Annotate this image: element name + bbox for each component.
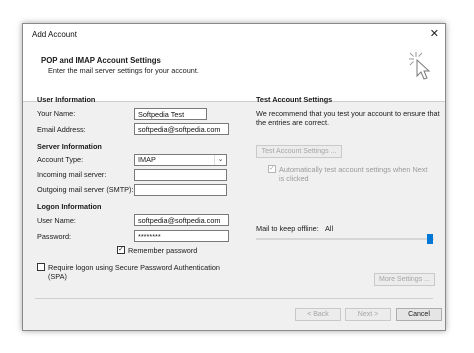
window-title: Add Account (32, 30, 77, 39)
auto-test-label-line1: Automatically test account settings when… (279, 165, 428, 174)
header-subtitle: Enter the mail server settings for your … (48, 66, 199, 75)
outgoing-server-label: Outgoing mail server (SMTP): (37, 185, 134, 194)
email-input[interactable] (134, 123, 229, 135)
logon-info-heading: Logon Information (37, 202, 102, 211)
offline-slider-track[interactable] (256, 238, 434, 240)
more-settings-button[interactable]: More Settings ... (374, 273, 435, 286)
offline-slider-thumb[interactable] (427, 234, 433, 244)
auto-test-checkbox[interactable]: ✓ (268, 165, 276, 173)
password-input[interactable] (134, 230, 229, 242)
spa-checkbox[interactable] (37, 263, 45, 271)
your-name-input[interactable] (134, 108, 207, 120)
back-button[interactable]: < Back (295, 308, 341, 321)
remember-password-checkbox[interactable]: ✓ (117, 246, 125, 254)
chevron-down-icon: ⌄ (214, 155, 226, 165)
your-name-label: Your Name: (37, 109, 76, 118)
next-button[interactable]: Next > (345, 308, 391, 321)
account-type-value: IMAP (138, 155, 156, 164)
footer-divider (35, 298, 433, 299)
remember-password-label: Remember password (128, 246, 198, 255)
server-info-heading: Server Information (37, 142, 102, 151)
user-info-heading: User Information (37, 95, 96, 104)
account-type-select[interactable]: IMAP ⌄ (134, 154, 227, 166)
header-title: POP and IMAP Account Settings (41, 56, 161, 65)
test-desc-line1: We recommend that you test your account … (256, 109, 440, 118)
incoming-server-label: Incoming mail server: (37, 170, 107, 179)
click-cursor-icon (409, 52, 431, 80)
test-desc-line2: the entries are correct. (256, 118, 330, 127)
auto-test-label-line2: is clicked (279, 174, 309, 183)
dialog-header: POP and IMAP Account Settings Enter the … (23, 46, 445, 102)
username-input[interactable] (134, 214, 229, 226)
account-type-label: Account Type: (37, 155, 84, 164)
spa-label-line1: Require logon using Secure Password Auth… (48, 263, 220, 272)
offline-label: Mail to keep offline: (256, 224, 319, 233)
incoming-server-input[interactable] (134, 169, 227, 181)
cancel-button[interactable]: Cancel (396, 308, 442, 321)
outgoing-server-input[interactable] (134, 184, 227, 196)
spa-label-line2: (SPA) (48, 272, 67, 281)
username-label: User Name: (37, 216, 76, 225)
test-settings-heading: Test Account Settings (256, 95, 333, 104)
add-account-dialog: Add Account ✕ POP and IMAP Account Setti… (22, 23, 446, 331)
title-bar: Add Account ✕ (23, 24, 445, 46)
test-account-settings-button[interactable]: Test Account Settings ... (256, 145, 342, 158)
password-label: Password: (37, 232, 72, 241)
email-label: Email Address: (37, 125, 86, 134)
close-icon[interactable]: ✕ (430, 27, 439, 40)
offline-value: All (325, 224, 334, 233)
